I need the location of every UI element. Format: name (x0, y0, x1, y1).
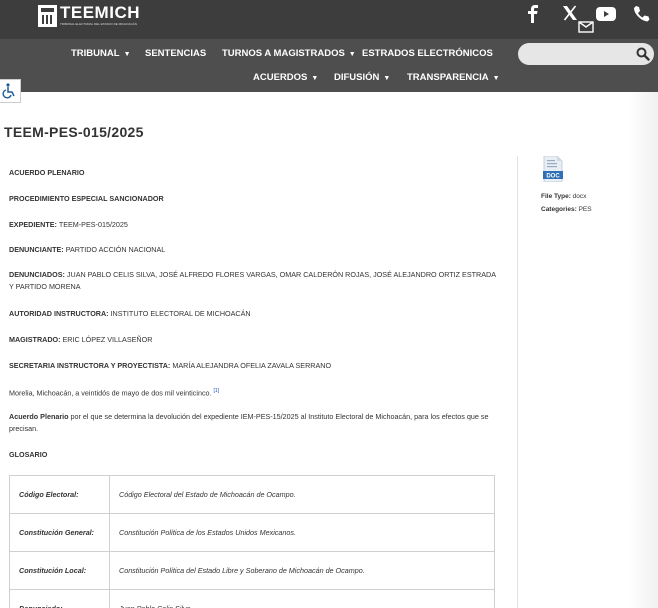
x-icon[interactable] (562, 5, 578, 21)
doc-icon-label: DOC (546, 174, 560, 180)
site-logo[interactable]: TEEMICH TRIBUNAL ELECTORAL DEL ESTADO DE… (38, 3, 140, 30)
page-title: TEEM-PES-015/2025 (4, 124, 144, 140)
phone-icon[interactable] (632, 5, 650, 23)
table-row: Denunciado: Juan Pablo Celis Silva. (9, 589, 495, 608)
nav-item-sentencias[interactable]: SENTENCIAS (145, 48, 206, 59)
glossary-term: Denunciado: (9, 589, 110, 608)
doc-file-icon[interactable]: DOC (542, 155, 564, 183)
glossary-definition: Constitución Política del Estado Libre y… (109, 551, 495, 590)
table-row: Código Electoral: Código Electoral del E… (9, 475, 495, 514)
right-edge-shadow (628, 92, 658, 608)
sidebar-divider (517, 156, 518, 608)
denunciados-line: DENUNCIADOS: JUAN PABLO CELIS SILVA, JOS… (9, 270, 496, 291)
nav-item-difusion[interactable]: DIFUSIÓN ▼ (334, 72, 390, 83)
acuerdo-line: Acuerdo Plenario por el que se determina… (9, 412, 489, 433)
logo-subtext: TRIBUNAL ELECTORAL DEL ESTADO DE MICHOAC… (60, 22, 137, 26)
chevron-down-icon: ▼ (383, 75, 391, 82)
nav-item-acuerdos[interactable]: ACUERDOS ▼ (253, 72, 318, 83)
top-header: TEEMICH TRIBUNAL ELECTORAL DEL ESTADO DE… (0, 0, 658, 39)
magistrado-line: MAGISTRADO: ERIC LÓPEZ VILLASEÑOR (9, 335, 153, 344)
accessibility-icon (2, 83, 15, 99)
chevron-down-icon: ▼ (311, 75, 319, 82)
glossary-term: Constitución General: (9, 513, 110, 552)
nav-item-turnos[interactable]: TURNOS A MAGISTRADOS ▼ (222, 48, 356, 59)
expediente-line: EXPEDIENTE: TEEM-PES-015/2025 (9, 220, 128, 229)
main-navigation: TRIBUNAL ▼ SENTENCIAS TURNOS A MAGISTRADO… (0, 39, 658, 92)
glossary-definition: Constitución Política de los Estados Uni… (109, 513, 495, 552)
glossary-term: Código Electoral: (9, 475, 110, 514)
chevron-down-icon: ▼ (123, 51, 131, 58)
paragraph: ACUERDO PLENARIO (9, 168, 85, 177)
glossary-term: Constitución Local: (9, 551, 110, 590)
search-input[interactable] (518, 43, 654, 65)
nav-item-transparencia[interactable]: TRANSPARENCIA ▼ (407, 72, 500, 83)
facebook-icon[interactable] (527, 5, 539, 23)
chevron-down-icon: ▼ (492, 75, 500, 82)
mail-icon[interactable] (578, 21, 594, 33)
category-link[interactable]: PES (579, 206, 592, 213)
nav-item-estrados[interactable]: ESTRADOS ELECTRÓNICOS (362, 48, 493, 59)
accessibility-button[interactable] (0, 79, 21, 103)
glossary-table: Código Electoral: Código Electoral del E… (9, 475, 495, 608)
glosario-heading: GLOSARIO (9, 450, 48, 459)
logo-text: TEEMICH (60, 3, 140, 22)
paragraph: PROCEDIMIENTO ESPECIAL SANCIONADOR (9, 194, 164, 203)
table-row: Constitución Local: Constitución Polític… (9, 551, 495, 590)
glossary-definition: Juan Pablo Celis Silva. (109, 589, 495, 608)
logo-emblem-icon (38, 5, 57, 27)
youtube-icon[interactable] (596, 7, 616, 21)
file-type: File Type: docx (541, 193, 587, 200)
table-row: Constitución General: Constitución Polít… (9, 513, 495, 552)
footnote-link[interactable]: [1] (214, 388, 220, 394)
denunciante-line: DENUNCIANTE: PARTIDO ACCIÓN NACIONAL (9, 245, 166, 254)
file-categories: Categories: PES (541, 206, 592, 213)
glossary-definition: Código Electoral del Estado de Michoacán… (109, 475, 495, 514)
secretaria-line: SECRETARIA INSTRUCTORA Y PROYECTISTA: MA… (9, 361, 332, 370)
chevron-down-icon: ▼ (348, 51, 356, 58)
nav-item-tribunal[interactable]: TRIBUNAL ▼ (71, 48, 131, 59)
search-icon[interactable] (636, 47, 650, 61)
autoridad-line: AUTORIDAD INSTRUCTORA: INSTITUTO ELECTOR… (9, 309, 251, 318)
fecha-line: Morelia, Michoacán, a veintidós de mayo … (9, 388, 220, 398)
